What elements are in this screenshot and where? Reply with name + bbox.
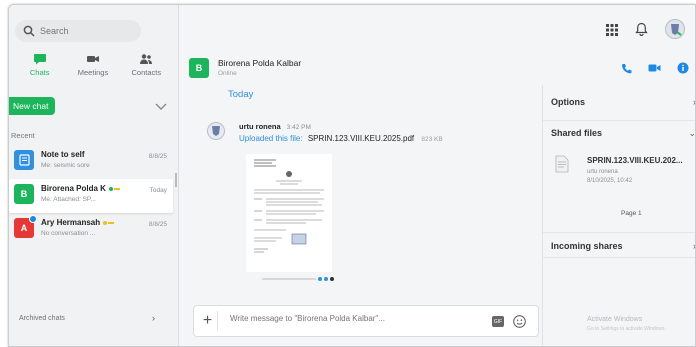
chat-name: Ary Hermansah: [41, 218, 101, 227]
page-indicator: Page 1: [621, 210, 642, 217]
activate-windows-title: Activate Windows: [587, 316, 643, 323]
contacts-icon: [140, 54, 153, 64]
upload-line: Uploaded this file: SPRIN.123.VIII.KEU.2…: [239, 134, 443, 143]
tab-meetings[interactable]: Meetings: [68, 53, 118, 77]
tab-chats-label: Chats: [29, 68, 50, 77]
message-area: Today urtu ronena 3:42 PM Uploaded this f…: [180, 85, 542, 295]
shared-files-label: Shared files: [551, 128, 603, 138]
upload-action-text: Uploaded this file:: [239, 134, 303, 143]
options-section[interactable]: Options ›: [543, 97, 695, 121]
phone-icon[interactable]: [621, 63, 632, 74]
add-attachment-button[interactable]: +: [198, 311, 218, 331]
chat-name: Birorena Polda K: [41, 184, 106, 193]
chat-preview: Me: seismic sore: [41, 162, 90, 169]
chevron-right-icon[interactable]: ›: [152, 313, 155, 323]
yellow-line-icon: [108, 221, 115, 224]
tab-meetings-label: Meetings: [77, 68, 109, 77]
chat-date: Today: [149, 187, 167, 194]
chat-bubble-icon: [33, 54, 46, 65]
top-toolbar: [606, 19, 685, 44]
details-panel: Options › Shared files ⌄ SPRIN.123.VIII.…: [542, 85, 696, 346]
sender-name: urtu ronena: [239, 122, 281, 131]
message-composer: + GIF: [193, 305, 539, 337]
shared-file-date: 8/10/2025, 10:42: [587, 178, 633, 184]
sender-avatar-icon[interactable]: [207, 121, 225, 141]
activate-windows-subtitle: Go to Settings to activate Windows.: [587, 326, 666, 332]
emoji-icon[interactable]: [513, 315, 526, 328]
shared-file-name: SPRIN.123.VIII.KEU.202...: [587, 156, 683, 165]
new-chat-button[interactable]: New chat: [9, 97, 55, 115]
avatar: A: [14, 215, 37, 238]
incoming-shares-label: Incoming shares: [551, 241, 623, 251]
message-sender: urtu ronena 3:42 PM: [239, 122, 311, 131]
tab-contacts-label: Contacts: [131, 68, 162, 77]
conversation-header: B Birorena Polda Kalbar Online: [189, 55, 689, 85]
tab-chats[interactable]: Chats: [15, 53, 65, 77]
shared-file-owner: urtu ronena: [587, 169, 618, 175]
sidebar: Chats Meetings Contacts New chat: [9, 5, 179, 346]
chat-preview: Me: Attached: SP...: [41, 196, 96, 203]
pdf-preview-thumbnail[interactable]: [246, 154, 332, 272]
shared-files-section[interactable]: Shared files ⌄: [543, 128, 696, 148]
avatar: B: [14, 184, 34, 204]
nav-tabs: Chats Meetings Contacts: [13, 53, 173, 77]
incoming-shares-section[interactable]: Incoming shares ›: [543, 232, 695, 258]
online-status-dot: [109, 186, 114, 191]
filter-chevron-icon[interactable]: [155, 103, 167, 111]
recent-label: Recent: [11, 131, 35, 140]
search-box[interactable]: [15, 20, 141, 42]
bell-icon[interactable]: [635, 22, 648, 41]
away-status-dot: [103, 220, 108, 225]
shared-file-item[interactable]: SPRIN.123.VIII.KEU.202... urtu ronena 8/…: [555, 151, 695, 191]
video-call-icon[interactable]: [648, 63, 661, 73]
sidebar-resize-handle[interactable]: [175, 173, 177, 187]
profile-avatar-icon[interactable]: [665, 19, 685, 44]
chat-preview: No conversation ...: [41, 230, 96, 237]
tab-contacts[interactable]: Contacts: [121, 53, 171, 77]
chat-date: 8/8/25: [148, 221, 167, 228]
chevron-down-icon: ⌄: [688, 128, 696, 138]
document-icon: [555, 155, 569, 173]
attachment-size: 823 KB: [421, 136, 443, 143]
preview-pagination[interactable]: [260, 274, 336, 284]
chat-item-ary[interactable]: A Ary Hermansah No conversation ... 8/8/…: [9, 213, 173, 247]
info-icon[interactable]: [677, 62, 689, 74]
conversation-status: Online: [218, 70, 237, 77]
conversation-avatar[interactable]: B: [189, 58, 209, 78]
apps-grid-icon[interactable]: [606, 23, 618, 41]
search-input[interactable]: [40, 26, 130, 36]
conversation-title[interactable]: Birorena Polda Kalbar: [218, 58, 301, 68]
verified-badge-icon: [29, 215, 37, 223]
date-separator: Today: [228, 89, 254, 100]
app-window: Chats Meetings Contacts New chat: [8, 4, 696, 347]
gif-icon[interactable]: GIF: [492, 316, 504, 327]
search-icon: [23, 25, 35, 37]
chat-date: 8/8/25: [148, 153, 167, 160]
chat-list: Note to self Me: seismic sore 8/8/25 B B…: [9, 145, 173, 247]
chat-item-birorena[interactable]: B Birorena Polda K Me: Attached: SP... T…: [9, 179, 173, 213]
avatar-initial: A: [20, 223, 28, 233]
chat-item-note-to-self[interactable]: Note to self Me: seismic sore 8/8/25: [9, 145, 173, 179]
note-avatar: [14, 150, 34, 170]
note-icon: [18, 154, 30, 166]
message-input[interactable]: [230, 314, 470, 323]
attachment-filename[interactable]: SPRIN.123.VIII.KEU.2025.pdf: [308, 134, 414, 143]
yellow-line-icon: [114, 187, 121, 190]
call-actions: [621, 62, 689, 74]
message-time: 3:42 PM: [286, 124, 311, 131]
archived-chats-link[interactable]: Archived chats: [19, 315, 65, 322]
options-label: Options: [551, 97, 585, 107]
video-camera-icon: [86, 56, 99, 62]
